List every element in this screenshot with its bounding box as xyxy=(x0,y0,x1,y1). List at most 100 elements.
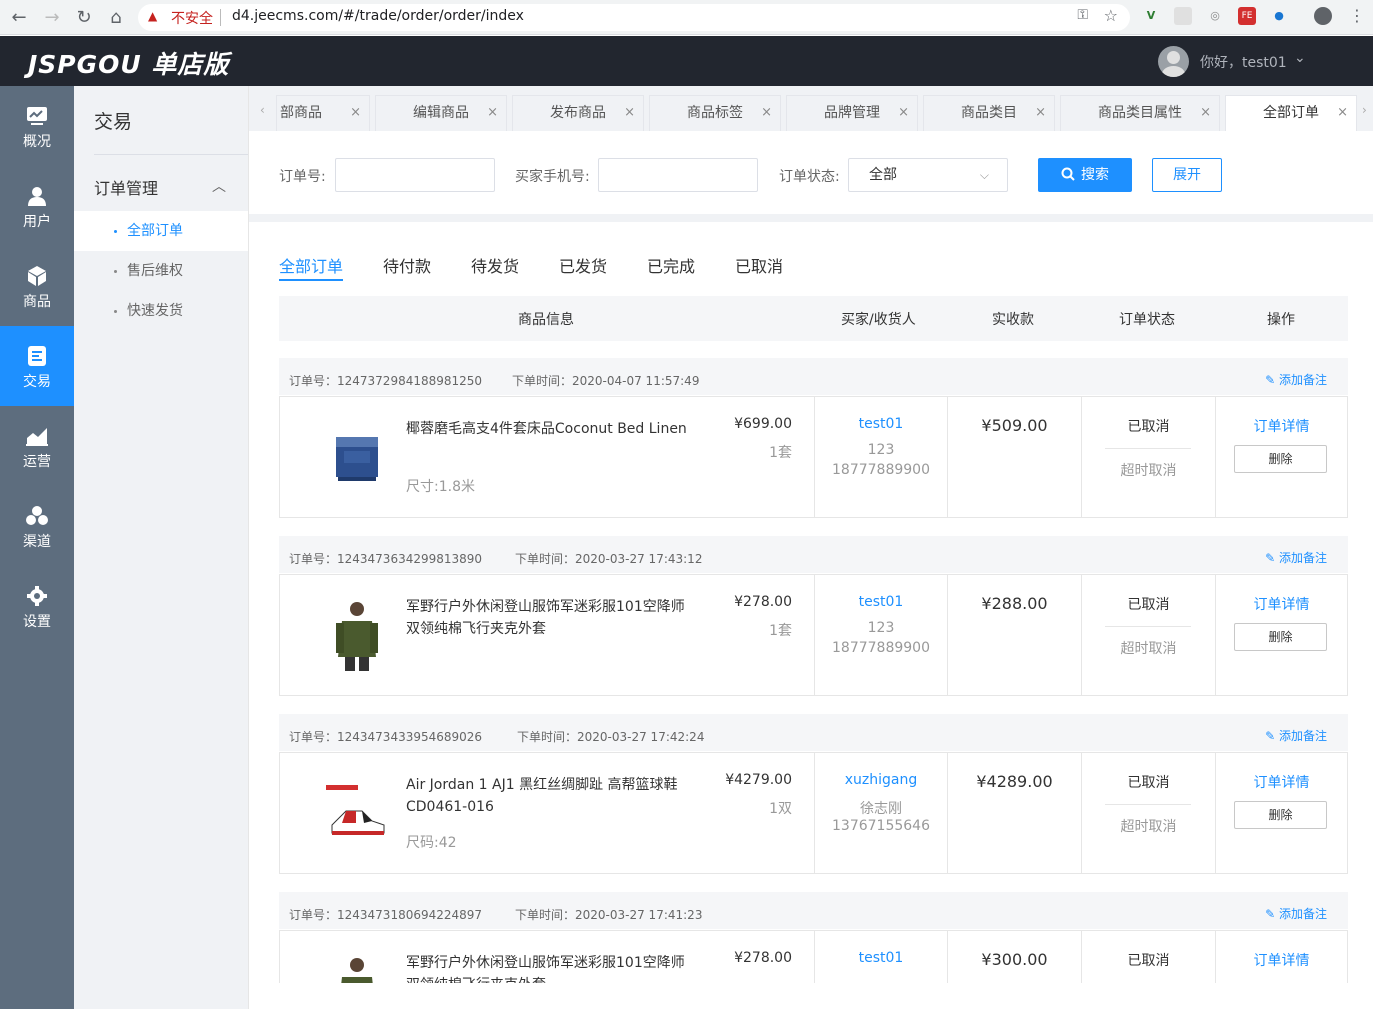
back-icon[interactable]: ← xyxy=(8,7,30,28)
chevron-right-icon[interactable]: › xyxy=(1362,103,1367,117)
status-tab-completed[interactable]: 已完成 xyxy=(647,253,695,277)
reload-icon[interactable]: ↻ xyxy=(73,7,95,28)
delete-button[interactable]: 删除 xyxy=(1234,801,1327,829)
order-no-input[interactable] xyxy=(335,158,495,192)
product-price: ¥278.00 xyxy=(734,594,792,610)
product-name[interactable]: 椰蓉磨毛高支4件套床品Coconut Bed Linen xyxy=(406,418,696,440)
vue-extension-icon[interactable]: V xyxy=(1142,7,1160,25)
add-note-link[interactable]: ✎ 添加备注 xyxy=(1265,905,1327,922)
tab-product-category[interactable]: 商品类目 × xyxy=(923,95,1055,131)
status-tab-shipped[interactable]: 已发货 xyxy=(559,253,607,277)
close-icon[interactable]: × xyxy=(487,96,498,130)
key-icon[interactable]: ⚿ xyxy=(1077,7,1088,23)
sidebar-item-trade[interactable]: 交易 xyxy=(0,326,74,406)
product-image[interactable] xyxy=(326,777,388,849)
sidebar-item-overview[interactable]: 概况 xyxy=(0,86,74,166)
buyer-name[interactable]: test01 xyxy=(815,950,947,966)
address-bar[interactable]: ▲ 不安全 d4.jeecms.com/#/trade/order/order/… xyxy=(138,4,1130,31)
close-icon[interactable]: × xyxy=(761,96,772,130)
order-detail-link[interactable]: 订单详情 xyxy=(1216,950,1347,970)
chevron-up-icon[interactable]: ︿ xyxy=(212,176,226,196)
tab-brand-management[interactable]: 品牌管理 × xyxy=(786,95,918,131)
close-icon[interactable]: × xyxy=(1035,96,1046,130)
tab-publish-product[interactable]: 发布商品 × xyxy=(512,95,644,131)
status-select[interactable]: 全部 ⌵ xyxy=(848,158,1008,192)
tab-all-orders[interactable]: 全部订单 × xyxy=(1225,95,1357,131)
product-name[interactable]: 军野行户外休闲登山服饰军迷彩服101空降师双领纯棉飞行夹克外套 xyxy=(406,596,696,640)
buyer-name[interactable]: xuzhigang xyxy=(815,772,947,788)
sidebar-item-channels[interactable]: 渠道 xyxy=(0,486,74,566)
subnav-item-all-orders[interactable]: 全部订单 xyxy=(74,211,248,251)
chevron-down-icon: ⌵ xyxy=(979,168,989,182)
subnav-item-after-sales[interactable]: 售后维权 xyxy=(74,251,248,291)
channel-icon xyxy=(26,506,48,525)
add-note-link[interactable]: ✎ 添加备注 xyxy=(1265,371,1327,388)
url-text[interactable]: d4.jeecms.com/#/trade/order/order/index xyxy=(232,8,524,24)
tab-category-attributes[interactable]: 商品类目属性 × xyxy=(1060,95,1220,131)
order-header: 订单号：1243473634299813890 下单时间：2020-03-27 … xyxy=(279,536,1348,573)
bookmark-star-icon[interactable]: ☆ xyxy=(1104,6,1118,25)
buyer-name[interactable]: test01 xyxy=(815,594,947,610)
order-detail-link[interactable]: 订单详情 xyxy=(1216,416,1347,436)
globe-extension-icon[interactable]: ● xyxy=(1270,7,1288,25)
order-sub-status: 超时取消 xyxy=(1120,463,1177,479)
forward-icon[interactable]: → xyxy=(41,7,63,28)
order-no-label: 订单号: xyxy=(279,169,326,185)
avatar[interactable] xyxy=(1158,46,1189,77)
close-icon[interactable]: × xyxy=(350,96,361,130)
status-tab-pending-payment[interactable]: 待付款 xyxy=(383,253,431,277)
product-image[interactable] xyxy=(326,421,388,493)
expand-button[interactable]: 展开 xyxy=(1152,158,1222,192)
delete-button[interactable]: 删除 xyxy=(1234,445,1327,473)
product-name[interactable]: Air Jordan 1 AJ1 黑红丝绸脚趾 高帮篮球鞋 CD0461-016 xyxy=(406,774,696,818)
product-name[interactable]: 军野行户外休闲登山服饰军迷彩服101空降师双领纯棉飞行夹克外套 xyxy=(406,952,696,983)
order-row: 订单号：1243473433954689026 下单时间：2020-03-27 … xyxy=(279,714,1348,874)
sidebar-item-operations[interactable]: 运营 xyxy=(0,406,74,486)
page-tabs: ‹ 部商品 × 编辑商品 × 发布商品 × 商品标签 × 品牌管理 × 商品类目 × 商品类… xyxy=(249,86,1373,131)
extension-icon[interactable] xyxy=(1174,7,1192,25)
status-tab-all[interactable]: 全部订单 xyxy=(279,253,343,277)
product-image[interactable] xyxy=(326,955,388,983)
menu-dots-icon[interactable]: ⋮ xyxy=(1348,7,1366,25)
phone-input[interactable] xyxy=(598,158,758,192)
order-sub-status: 超时取消 xyxy=(1120,641,1177,657)
close-icon[interactable]: × xyxy=(898,96,909,130)
close-icon[interactable]: × xyxy=(624,96,635,130)
close-icon[interactable]: × xyxy=(1337,96,1348,130)
status-tab-pending-shipment[interactable]: 待发货 xyxy=(471,253,519,277)
home-icon[interactable]: ⌂ xyxy=(105,7,127,28)
buyer-name[interactable]: test01 xyxy=(815,416,947,432)
user-greeting[interactable]: 你好，test01 xyxy=(1200,52,1287,72)
chevron-left-icon[interactable]: ‹ xyxy=(260,103,265,117)
tab-edit-product[interactable]: 编辑商品 × xyxy=(375,95,507,131)
order-header: 订单号：1247372984188981250 下单时间：2020-04-07 … xyxy=(279,358,1348,395)
product-image[interactable] xyxy=(326,599,388,671)
sidebar-item-products[interactable]: 商品 xyxy=(0,246,74,326)
subnav-title: 交易 xyxy=(94,111,133,133)
sidebar-item-users[interactable]: 用户 xyxy=(0,166,74,246)
status-select-value: 全部 xyxy=(869,167,897,183)
order-detail-link[interactable]: 订单详情 xyxy=(1216,772,1347,792)
gear-icon xyxy=(27,586,47,606)
sidebar-item-settings[interactable]: 设置 xyxy=(0,566,74,646)
status-label: 订单状态: xyxy=(779,169,840,185)
profile-icon[interactable] xyxy=(1314,7,1332,25)
chevron-down-icon[interactable]: ⌄ xyxy=(1294,50,1306,66)
tab-product-tags[interactable]: 商品标签 × xyxy=(649,95,781,131)
app-header: JSPGOU 单店版 你好，test01 ⌄ xyxy=(0,36,1373,86)
tab-products[interactable]: 部商品 × xyxy=(276,95,370,131)
delete-button[interactable]: 删除 xyxy=(1234,623,1327,651)
sidebar-label: 交易 xyxy=(23,374,51,390)
order-detail-link[interactable]: 订单详情 xyxy=(1216,594,1347,614)
search-button[interactable]: 搜索 xyxy=(1038,158,1132,192)
close-icon[interactable]: × xyxy=(1200,96,1211,130)
add-note-link[interactable]: ✎ 添加备注 xyxy=(1265,549,1327,566)
app-logo[interactable]: JSPGOU 单店版 xyxy=(28,45,229,81)
subnav-group-order-management[interactable]: 订单管理 xyxy=(94,175,158,199)
order-body: 军野行户外休闲登山服饰军迷彩服101空降师双领纯棉飞行夹克外套 ¥278.00 … xyxy=(279,930,1348,983)
add-note-link[interactable]: ✎ 添加备注 xyxy=(1265,727,1327,744)
status-tab-cancelled[interactable]: 已取消 xyxy=(735,253,783,277)
subnav-item-quick-ship[interactable]: 快速发货 xyxy=(74,291,248,331)
fe-extension-icon[interactable]: FE xyxy=(1238,7,1256,25)
screenshot-extension-icon[interactable]: ◎ xyxy=(1206,7,1224,25)
